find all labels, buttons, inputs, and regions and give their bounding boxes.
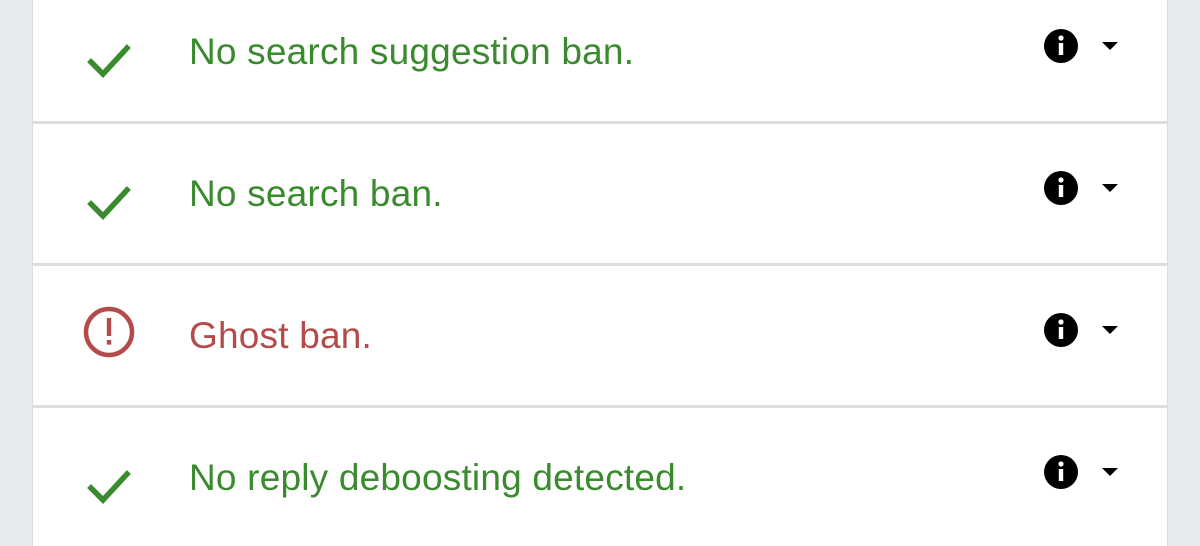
info-icon: [1044, 313, 1078, 347]
result-text: Ghost ban.: [189, 315, 373, 356]
info-icon: [1044, 171, 1078, 205]
result-row-ghost-ban: Ghost ban.: [33, 266, 1167, 408]
expand-dropdown-button[interactable]: [1095, 457, 1125, 487]
expand-dropdown-button[interactable]: [1095, 173, 1125, 203]
result-text: No search suggestion ban.: [189, 31, 635, 72]
info-button[interactable]: [1041, 310, 1081, 350]
caret-down-icon: [1102, 42, 1118, 50]
check-icon: [81, 458, 137, 514]
result-row-search-ban: No search ban.: [33, 124, 1167, 266]
result-row-reply-deboosting: No reply deboosting detected.: [33, 408, 1167, 546]
shadowban-results-card: No search suggestion ban. No search ban.…: [32, 0, 1168, 546]
caret-down-icon: [1102, 326, 1118, 334]
alert-circle-icon: [81, 304, 137, 360]
info-button[interactable]: [1041, 26, 1081, 66]
info-icon: [1044, 29, 1078, 63]
caret-down-icon: [1102, 184, 1118, 192]
caret-down-icon: [1102, 468, 1118, 476]
result-text: No reply deboosting detected.: [189, 457, 687, 498]
info-button[interactable]: [1041, 168, 1081, 208]
check-icon: [81, 32, 137, 88]
info-button[interactable]: [1041, 452, 1081, 492]
result-row-search-suggestion-ban: No search suggestion ban.: [33, 0, 1167, 124]
result-text: No search ban.: [189, 173, 443, 214]
expand-dropdown-button[interactable]: [1095, 315, 1125, 345]
expand-dropdown-button[interactable]: [1095, 31, 1125, 61]
info-icon: [1044, 455, 1078, 489]
check-icon: [81, 174, 137, 230]
